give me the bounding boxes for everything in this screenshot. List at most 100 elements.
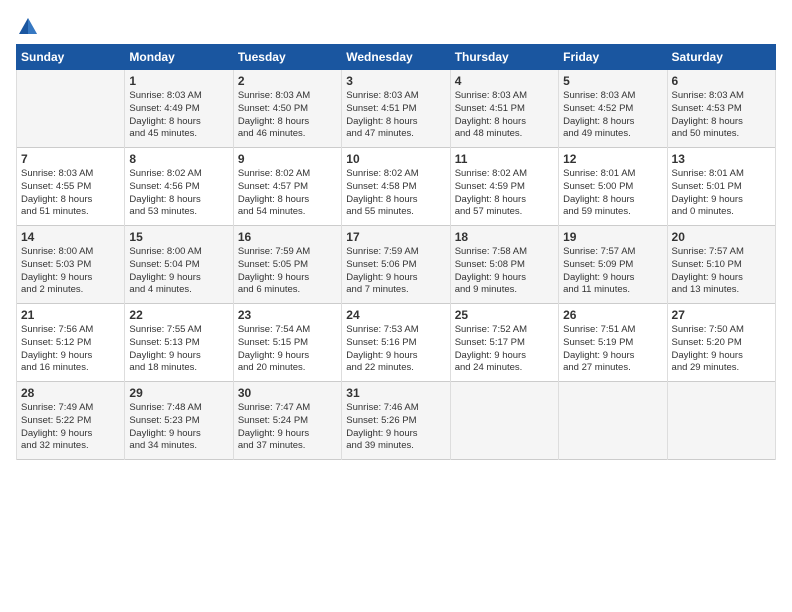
calendar-cell: 31 Sunrise: 7:46 AM Sunset: 5:26 PM Dayli… [342, 382, 450, 460]
day-number: 1 [129, 74, 228, 88]
calendar-cell [667, 382, 775, 460]
logo [16, 16, 40, 34]
calendar-cell: 26 Sunrise: 7:51 AM Sunset: 5:19 PM Dayli… [559, 304, 667, 382]
day-info: Sunrise: 8:03 AM Sunset: 4:51 PM Dayligh… [455, 90, 554, 141]
day-info: Sunrise: 8:02 AM Sunset: 4:56 PM Dayligh… [129, 168, 228, 219]
calendar-cell: 8 Sunrise: 8:02 AM Sunset: 4:56 PM Daylig… [125, 148, 233, 226]
weekday-header-friday: Friday [559, 45, 667, 70]
day-info: Sunrise: 7:49 AM Sunset: 5:22 PM Dayligh… [21, 402, 120, 453]
header [16, 16, 776, 34]
day-info: Sunrise: 8:00 AM Sunset: 5:04 PM Dayligh… [129, 246, 228, 297]
weekday-header-saturday: Saturday [667, 45, 775, 70]
calendar-cell: 24Sunrise: 7:53 AM Sunset: 5:16 PM Dayli… [342, 304, 450, 382]
day-number: 27 [672, 308, 771, 322]
calendar-cell: 5Sunrise: 8:03 AM Sunset: 4:52 PM Daylig… [559, 70, 667, 148]
calendar-week-3: 14Sunrise: 8:00 AM Sunset: 5:03 PM Dayli… [17, 226, 776, 304]
calendar-cell: 11Sunrise: 8:02 AM Sunset: 4:59 PM Dayli… [450, 148, 558, 226]
day-number: 4 [455, 74, 554, 88]
day-number: 7 [21, 152, 120, 166]
day-info: Sunrise: 8:03 AM Sunset: 4:51 PM Dayligh… [346, 90, 445, 141]
day-info: Sunrise: 7:58 AM Sunset: 5:08 PM Dayligh… [455, 246, 554, 297]
calendar-cell: 4 Sunrise: 8:03 AM Sunset: 4:51 PM Daylig… [450, 70, 558, 148]
day-number: 28 [21, 386, 120, 400]
calendar-cell: 1 Sunrise: 8:03 AM Sunset: 4:49 PM Daylig… [125, 70, 233, 148]
calendar-cell: 6Sunrise: 8:03 AM Sunset: 4:53 PM Daylig… [667, 70, 775, 148]
day-info: Sunrise: 7:51 AM Sunset: 5:19 PM Dayligh… [563, 324, 662, 375]
day-info: Sunrise: 7:57 AM Sunset: 5:09 PM Dayligh… [563, 246, 662, 297]
day-number: 20 [672, 230, 771, 244]
day-info: Sunrise: 7:59 AM Sunset: 5:06 PM Dayligh… [346, 246, 445, 297]
day-number: 24 [346, 308, 445, 322]
day-info: Sunrise: 8:00 AM Sunset: 5:03 PM Dayligh… [21, 246, 120, 297]
day-number: 8 [129, 152, 228, 166]
day-number: 25 [455, 308, 554, 322]
day-number: 2 [238, 74, 337, 88]
logo-icon [17, 16, 39, 38]
day-number: 22 [129, 308, 228, 322]
day-info: Sunrise: 8:03 AM Sunset: 4:50 PM Dayligh… [238, 90, 337, 141]
day-info: Sunrise: 7:56 AM Sunset: 5:12 PM Dayligh… [21, 324, 120, 375]
weekday-header-tuesday: Tuesday [233, 45, 341, 70]
weekday-header-monday: Monday [125, 45, 233, 70]
calendar-cell: 20 Sunrise: 7:57 AM Sunset: 5:10 PM Dayli… [667, 226, 775, 304]
calendar-cell: 12 Sunrise: 8:01 AM Sunset: 5:00 PM Dayli… [559, 148, 667, 226]
calendar-cell: 13 Sunrise: 8:01 AM Sunset: 5:01 PM Dayli… [667, 148, 775, 226]
calendar-cell: 16 Sunrise: 7:59 AM Sunset: 5:05 PM Dayli… [233, 226, 341, 304]
calendar-cell: 23 Sunrise: 7:54 AM Sunset: 5:15 PM Dayli… [233, 304, 341, 382]
day-number: 31 [346, 386, 445, 400]
calendar-cell: 10 Sunrise: 8:02 AM Sunset: 4:58 PM Dayli… [342, 148, 450, 226]
calendar-cell: 22Sunrise: 7:55 AM Sunset: 5:13 PM Dayli… [125, 304, 233, 382]
day-number: 23 [238, 308, 337, 322]
calendar-cell: 18Sunrise: 7:58 AM Sunset: 5:08 PM Dayli… [450, 226, 558, 304]
day-info: Sunrise: 7:54 AM Sunset: 5:15 PM Dayligh… [238, 324, 337, 375]
day-info: Sunrise: 8:03 AM Sunset: 4:49 PM Dayligh… [129, 90, 228, 141]
day-number: 29 [129, 386, 228, 400]
calendar-cell [559, 382, 667, 460]
calendar-cell: 30 Sunrise: 7:47 AM Sunset: 5:24 PM Dayli… [233, 382, 341, 460]
calendar-cell: 14Sunrise: 8:00 AM Sunset: 5:03 PM Dayli… [17, 226, 125, 304]
day-info: Sunrise: 7:57 AM Sunset: 5:10 PM Dayligh… [672, 246, 771, 297]
day-info: Sunrise: 7:52 AM Sunset: 5:17 PM Dayligh… [455, 324, 554, 375]
day-info: Sunrise: 8:03 AM Sunset: 4:55 PM Dayligh… [21, 168, 120, 219]
day-info: Sunrise: 7:47 AM Sunset: 5:24 PM Dayligh… [238, 402, 337, 453]
day-info: Sunrise: 7:50 AM Sunset: 5:20 PM Dayligh… [672, 324, 771, 375]
day-number: 30 [238, 386, 337, 400]
day-number: 17 [346, 230, 445, 244]
weekday-header-row: SundayMondayTuesdayWednesdayThursdayFrid… [17, 45, 776, 70]
calendar-week-2: 7 Sunrise: 8:03 AM Sunset: 4:55 PM Daylig… [17, 148, 776, 226]
day-info: Sunrise: 8:01 AM Sunset: 5:01 PM Dayligh… [672, 168, 771, 219]
weekday-header-sunday: Sunday [17, 45, 125, 70]
day-number: 26 [563, 308, 662, 322]
calendar-week-5: 28 Sunrise: 7:49 AM Sunset: 5:22 PM Dayli… [17, 382, 776, 460]
day-number: 10 [346, 152, 445, 166]
calendar-cell [450, 382, 558, 460]
day-info: Sunrise: 8:02 AM Sunset: 4:57 PM Dayligh… [238, 168, 337, 219]
calendar-cell [17, 70, 125, 148]
calendar-cell: 21 Sunrise: 7:56 AM Sunset: 5:12 PM Dayli… [17, 304, 125, 382]
calendar-cell: 28 Sunrise: 7:49 AM Sunset: 5:22 PM Dayli… [17, 382, 125, 460]
day-info: Sunrise: 7:48 AM Sunset: 5:23 PM Dayligh… [129, 402, 228, 453]
day-number: 12 [563, 152, 662, 166]
calendar-cell: 9Sunrise: 8:02 AM Sunset: 4:57 PM Daylig… [233, 148, 341, 226]
day-number: 16 [238, 230, 337, 244]
day-info: Sunrise: 7:46 AM Sunset: 5:26 PM Dayligh… [346, 402, 445, 453]
calendar-cell: 19Sunrise: 7:57 AM Sunset: 5:09 PM Dayli… [559, 226, 667, 304]
calendar-cell: 2 Sunrise: 8:03 AM Sunset: 4:50 PM Daylig… [233, 70, 341, 148]
main-container: SundayMondayTuesdayWednesdayThursdayFrid… [0, 0, 792, 468]
day-number: 13 [672, 152, 771, 166]
day-info: Sunrise: 7:59 AM Sunset: 5:05 PM Dayligh… [238, 246, 337, 297]
day-number: 15 [129, 230, 228, 244]
day-info: Sunrise: 8:01 AM Sunset: 5:00 PM Dayligh… [563, 168, 662, 219]
day-info: Sunrise: 8:02 AM Sunset: 4:58 PM Dayligh… [346, 168, 445, 219]
calendar-table: SundayMondayTuesdayWednesdayThursdayFrid… [16, 44, 776, 460]
day-number: 3 [346, 74, 445, 88]
day-info: Sunrise: 8:03 AM Sunset: 4:52 PM Dayligh… [563, 90, 662, 141]
calendar-week-4: 21 Sunrise: 7:56 AM Sunset: 5:12 PM Dayli… [17, 304, 776, 382]
day-number: 21 [21, 308, 120, 322]
calendar-cell: 3 Sunrise: 8:03 AM Sunset: 4:51 PM Daylig… [342, 70, 450, 148]
weekday-header-thursday: Thursday [450, 45, 558, 70]
calendar-cell: 29 Sunrise: 7:48 AM Sunset: 5:23 PM Dayli… [125, 382, 233, 460]
day-number: 6 [672, 74, 771, 88]
calendar-cell: 15 Sunrise: 8:00 AM Sunset: 5:04 PM Dayli… [125, 226, 233, 304]
day-info: Sunrise: 8:02 AM Sunset: 4:59 PM Dayligh… [455, 168, 554, 219]
